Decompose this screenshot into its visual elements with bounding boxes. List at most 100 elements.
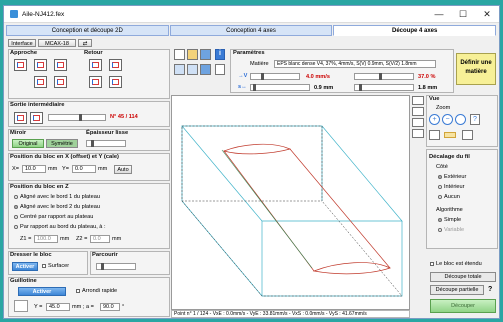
cote-exterieur-radio[interactable]: [438, 174, 442, 179]
guillotine-a-input[interactable]: 90.0: [100, 303, 120, 311]
speed-pct-slider[interactable]: [354, 73, 414, 80]
block-view-icon[interactable]: [444, 132, 456, 138]
view-a-icon[interactable]: [174, 64, 185, 75]
epaisseur-slider[interactable]: [86, 140, 126, 147]
view-orient-3-icon[interactable]: [412, 118, 424, 127]
save-icon[interactable]: [200, 49, 211, 60]
minimize-button[interactable]: —: [427, 6, 451, 23]
parcourir-slider-knob[interactable]: [101, 263, 104, 270]
y-input[interactable]: 0.0: [72, 165, 96, 173]
tab-conception-2d[interactable]: Conception et découpe 2D: [6, 25, 169, 36]
pan-icon[interactable]: [429, 130, 440, 140]
viewport-3d[interactable]: [171, 95, 410, 310]
approche-btn-2-icon[interactable]: [34, 59, 47, 71]
epaisseur-slider-knob[interactable]: [91, 140, 94, 147]
close-button[interactable]: ✕: [475, 6, 499, 23]
etendu-checkbox-box[interactable]: [430, 261, 434, 266]
dresser-activer-button[interactable]: Activer: [12, 262, 38, 271]
view-orient-1-icon[interactable]: [412, 96, 424, 105]
s1-slider[interactable]: [250, 84, 310, 91]
zoom-out-icon[interactable]: −: [442, 114, 453, 125]
algo-simple-radio[interactable]: [438, 217, 442, 222]
approche-btn-1-icon[interactable]: [14, 59, 27, 71]
maximize-button[interactable]: ☐: [451, 6, 475, 23]
s1-slider-knob[interactable]: [253, 84, 256, 91]
algo-label: Algorithme: [436, 207, 463, 213]
z-option-1-radio[interactable]: [14, 194, 18, 199]
view-b-icon[interactable]: [187, 64, 198, 75]
approche-btn-5-icon[interactable]: [54, 76, 67, 88]
z-option-2[interactable]: Aligné avec le bord 2 du plateau: [14, 204, 100, 210]
retour-btn-3-icon[interactable]: [89, 76, 102, 88]
rotate-icon[interactable]: [462, 130, 473, 140]
info-icon[interactable]: i: [215, 49, 225, 60]
view-orient-4-icon[interactable]: [412, 129, 424, 138]
guillotine-activer-button[interactable]: Activer: [18, 287, 66, 296]
machine-select[interactable]: MCAX-18: [38, 39, 76, 47]
tab-conception-4axes[interactable]: Conception 4 axes: [169, 25, 333, 36]
sortie-btn-1-icon[interactable]: [14, 112, 27, 124]
decouper-button[interactable]: Découper: [430, 299, 496, 313]
etendu-checkbox[interactable]: Le bloc est étendu: [430, 261, 482, 267]
z1-input[interactable]: 100.0: [34, 235, 58, 243]
sortie-title: Sortie intermédiaire: [10, 102, 65, 108]
miroir-original-button[interactable]: Original: [12, 139, 44, 148]
view-orient-2-icon[interactable]: [412, 107, 424, 116]
help-icon[interactable]: ?: [488, 286, 492, 293]
help-view-icon[interactable]: ?: [470, 114, 480, 125]
matiere-select[interactable]: EPS blanc dense V4, 37%, 4mm/s, S(V) 0.9…: [274, 60, 436, 68]
algo-variable[interactable]: Variable: [438, 227, 464, 233]
surfacer-checkbox-box[interactable]: [42, 263, 46, 268]
tab-decoupe-4axes[interactable]: Découpe 4 axes: [333, 25, 497, 36]
speed-pct-slider-knob[interactable]: [379, 73, 382, 80]
z-option-3-radio[interactable]: [14, 214, 18, 219]
open-folder-icon[interactable]: [187, 49, 198, 60]
cote-interieur[interactable]: Intérieur: [438, 184, 465, 190]
retour-btn-1-icon[interactable]: [89, 59, 102, 71]
x-input[interactable]: 10.0: [22, 165, 46, 173]
s2-slider-knob[interactable]: [359, 84, 362, 91]
decoupe-totale-button[interactable]: Découpe totale: [430, 272, 496, 282]
definir-matiere-button[interactable]: Définir une matière: [456, 53, 496, 85]
cote-exterieur[interactable]: Extérieur: [438, 174, 466, 180]
surfacer-checkbox[interactable]: Surfacer: [42, 263, 69, 269]
guillotine-y-input[interactable]: 45.0: [46, 303, 70, 311]
position-z-title: Position du bloc en Z: [10, 184, 69, 190]
zoom-fit-icon[interactable]: [455, 114, 466, 125]
sortie-slider-knob[interactable]: [79, 114, 82, 121]
s2-slider[interactable]: [354, 84, 414, 91]
z-option-3[interactable]: Centré par rapport au plateau: [14, 214, 93, 220]
retour-btn-2-icon[interactable]: [109, 59, 122, 71]
cote-aucun[interactable]: Aucun: [438, 194, 460, 200]
tab-bar: Conception et découpe 2D Conception 4 ax…: [6, 25, 497, 36]
arrondi-checkbox[interactable]: Arrondi rapide: [76, 288, 117, 294]
z-option-1[interactable]: Aligné avec le bord 1 du plateau: [14, 194, 100, 200]
machine-swap-button[interactable]: ⇄: [78, 39, 92, 47]
algo-simple[interactable]: Simple: [438, 217, 461, 223]
guillotine-icon: [14, 300, 28, 312]
auto-button[interactable]: Auto: [114, 165, 132, 174]
speed-slider-knob[interactable]: [261, 73, 264, 80]
parcourir-slider[interactable]: [96, 263, 136, 270]
cote-interieur-radio[interactable]: [438, 184, 442, 189]
z-option-4-radio[interactable]: [14, 224, 18, 229]
sortie-btn-2-icon[interactable]: [30, 112, 43, 124]
z-option-2-radio[interactable]: [14, 204, 18, 209]
save-as-icon[interactable]: [200, 64, 211, 75]
app-icon: [10, 10, 18, 18]
miroir-symetrie-button[interactable]: Symétrie: [46, 139, 78, 148]
retour-btn-4-icon[interactable]: [109, 76, 122, 88]
zoom-in-icon[interactable]: +: [429, 114, 440, 125]
new-file-icon[interactable]: [174, 49, 185, 60]
decoupe-partielle-button[interactable]: Découpe partielle: [430, 285, 484, 295]
algo-variable-radio[interactable]: [438, 227, 442, 232]
cote-aucun-radio[interactable]: [438, 194, 442, 199]
arrondi-checkbox-box[interactable]: [76, 288, 80, 293]
z-option-4[interactable]: Par rapport au bord du plateau, à :: [14, 224, 106, 230]
approche-btn-4-icon[interactable]: [34, 76, 47, 88]
sortie-slider[interactable]: [48, 114, 106, 121]
speed-slider[interactable]: [250, 73, 300, 80]
export-icon[interactable]: [215, 64, 225, 75]
z2-input[interactable]: 0.0: [90, 235, 110, 243]
approche-btn-3-icon[interactable]: [54, 59, 67, 71]
